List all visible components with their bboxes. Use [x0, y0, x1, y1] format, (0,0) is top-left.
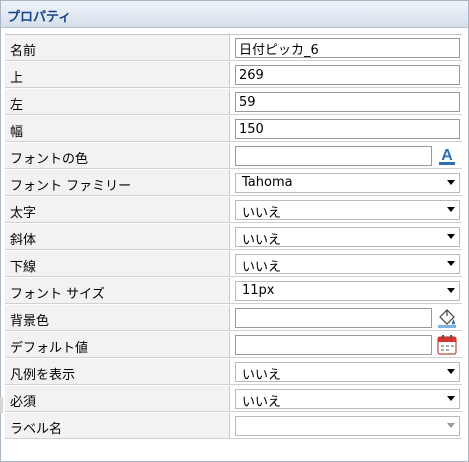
- chevron-down-icon: [447, 234, 455, 239]
- width-input[interactable]: [235, 119, 460, 139]
- property-label-cell: 左: [5, 89, 230, 114]
- property-value-cell: いいえ: [233, 224, 462, 249]
- property-label-cell: 太字: [5, 197, 230, 222]
- required-value: いいえ: [242, 395, 282, 410]
- property-label-cell: フォント サイズ: [5, 278, 230, 303]
- label-name-select[interactable]: [235, 416, 460, 436]
- show-legend-select[interactable]: いいえ: [235, 362, 460, 383]
- property-label-bold: 太字: [10, 206, 37, 221]
- property-label-cell: デフォルト値: [5, 332, 230, 357]
- font-color-icon[interactable]: A: [436, 145, 458, 167]
- property-row-left: 左: [5, 89, 462, 115]
- chevron-down-icon: [447, 261, 455, 266]
- font-color-input[interactable]: [235, 146, 432, 166]
- property-label-cell: 必須: [5, 386, 230, 411]
- font-family-value: Tahoma: [242, 175, 293, 190]
- property-label-cell: 凡例を表示: [5, 359, 230, 384]
- property-label-width: 幅: [10, 125, 24, 140]
- property-row-italic: 斜体 いいえ: [5, 224, 462, 250]
- properties-panel: プロパティ 名前 上 左: [0, 0, 469, 462]
- bold-value: いいえ: [242, 206, 282, 221]
- property-value-cell: いいえ: [233, 197, 462, 222]
- font-family-select[interactable]: Tahoma: [235, 173, 460, 193]
- property-label-cell: 下線: [5, 251, 230, 276]
- chevron-down-icon: [447, 396, 455, 401]
- background-color-input[interactable]: [235, 308, 432, 328]
- property-value-cell: [233, 89, 462, 114]
- required-select[interactable]: いいえ: [235, 389, 460, 410]
- property-label-cell: 幅: [5, 116, 230, 141]
- property-grid: 名前 上 左 幅: [5, 34, 462, 439]
- property-label-font-size: フォント サイズ: [10, 287, 105, 302]
- property-row-required: 必須 いいえ: [5, 386, 462, 412]
- property-label-cell: 上: [5, 62, 230, 87]
- property-label-font-family: フォント ファミリー: [10, 179, 132, 194]
- property-label-label-name: ラベル名: [10, 422, 63, 437]
- property-label-cell: 背景色: [5, 305, 230, 330]
- property-row-top: 上: [5, 62, 462, 88]
- chevron-down-icon: [447, 288, 455, 293]
- panel-edge-marker: [0, 397, 3, 413]
- property-label-show-legend: 凡例を表示: [10, 368, 76, 383]
- property-row-width: 幅: [5, 116, 462, 142]
- property-label-cell: フォント ファミリー: [5, 170, 230, 195]
- property-value-cell: Tahoma: [233, 170, 462, 195]
- property-row-background-color: 背景色: [5, 305, 462, 331]
- chevron-down-icon: [447, 207, 455, 212]
- font-size-select[interactable]: 11px: [235, 281, 460, 301]
- paint-bucket-icon[interactable]: [436, 307, 458, 329]
- property-value-cell: いいえ: [233, 251, 462, 276]
- property-label-required: 必須: [10, 395, 37, 410]
- property-row-font-family: フォント ファミリー Tahoma: [5, 170, 462, 196]
- chevron-down-icon: [447, 369, 455, 374]
- property-value-cell: [233, 305, 462, 330]
- underline-select[interactable]: いいえ: [235, 254, 460, 275]
- default-value-input[interactable]: [235, 335, 432, 355]
- property-row-default-value: デフォルト値: [5, 332, 462, 358]
- name-input[interactable]: [235, 38, 460, 58]
- property-row-font-color: フォントの色 A: [5, 143, 462, 169]
- property-value-cell: [233, 332, 462, 357]
- property-label-top: 上: [10, 71, 24, 86]
- property-row-label-name: ラベル名: [5, 413, 462, 439]
- show-legend-value: いいえ: [242, 368, 282, 383]
- property-label-font-color: フォントの色: [10, 152, 89, 167]
- bold-select[interactable]: いいえ: [235, 200, 460, 221]
- property-value-cell: A: [233, 143, 462, 168]
- panel-header: プロパティ: [1, 1, 468, 28]
- font-size-value: 11px: [242, 283, 275, 298]
- property-label-background-color: 背景色: [10, 314, 50, 329]
- property-label-cell: 斜体: [5, 224, 230, 249]
- property-value-cell: [233, 62, 462, 87]
- property-value-cell: いいえ: [233, 386, 462, 411]
- calendar-icon[interactable]: [436, 334, 458, 356]
- chevron-down-icon: [447, 180, 455, 185]
- property-label-cell: フォントの色: [5, 143, 230, 168]
- italic-value: いいえ: [242, 233, 282, 248]
- property-label-left: 左: [10, 98, 24, 113]
- underline-value: いいえ: [242, 260, 282, 275]
- property-value-cell: [233, 413, 462, 438]
- property-label-underline: 下線: [10, 260, 37, 275]
- property-label-name: 名前: [10, 44, 37, 59]
- property-row-name: 名前: [5, 35, 462, 61]
- top-input[interactable]: [235, 65, 460, 85]
- property-row-underline: 下線 いいえ: [5, 251, 462, 277]
- property-value-cell: 11px: [233, 278, 462, 303]
- chevron-down-icon: [447, 423, 455, 428]
- property-label-cell: 名前: [5, 35, 230, 60]
- property-value-cell: [233, 35, 462, 60]
- property-value-cell: [233, 116, 462, 141]
- italic-select[interactable]: いいえ: [235, 227, 460, 248]
- property-row-bold: 太字 いいえ: [5, 197, 462, 223]
- property-row-font-size: フォント サイズ 11px: [5, 278, 462, 304]
- property-value-cell: いいえ: [233, 359, 462, 384]
- panel-title: プロパティ: [7, 10, 72, 25]
- property-label-italic: 斜体: [10, 233, 37, 248]
- left-input[interactable]: [235, 92, 460, 112]
- property-label-default-value: デフォルト値: [10, 341, 89, 356]
- property-row-show-legend: 凡例を表示 いいえ: [5, 359, 462, 385]
- property-label-cell: ラベル名: [5, 413, 230, 438]
- svg-text:A: A: [441, 147, 453, 164]
